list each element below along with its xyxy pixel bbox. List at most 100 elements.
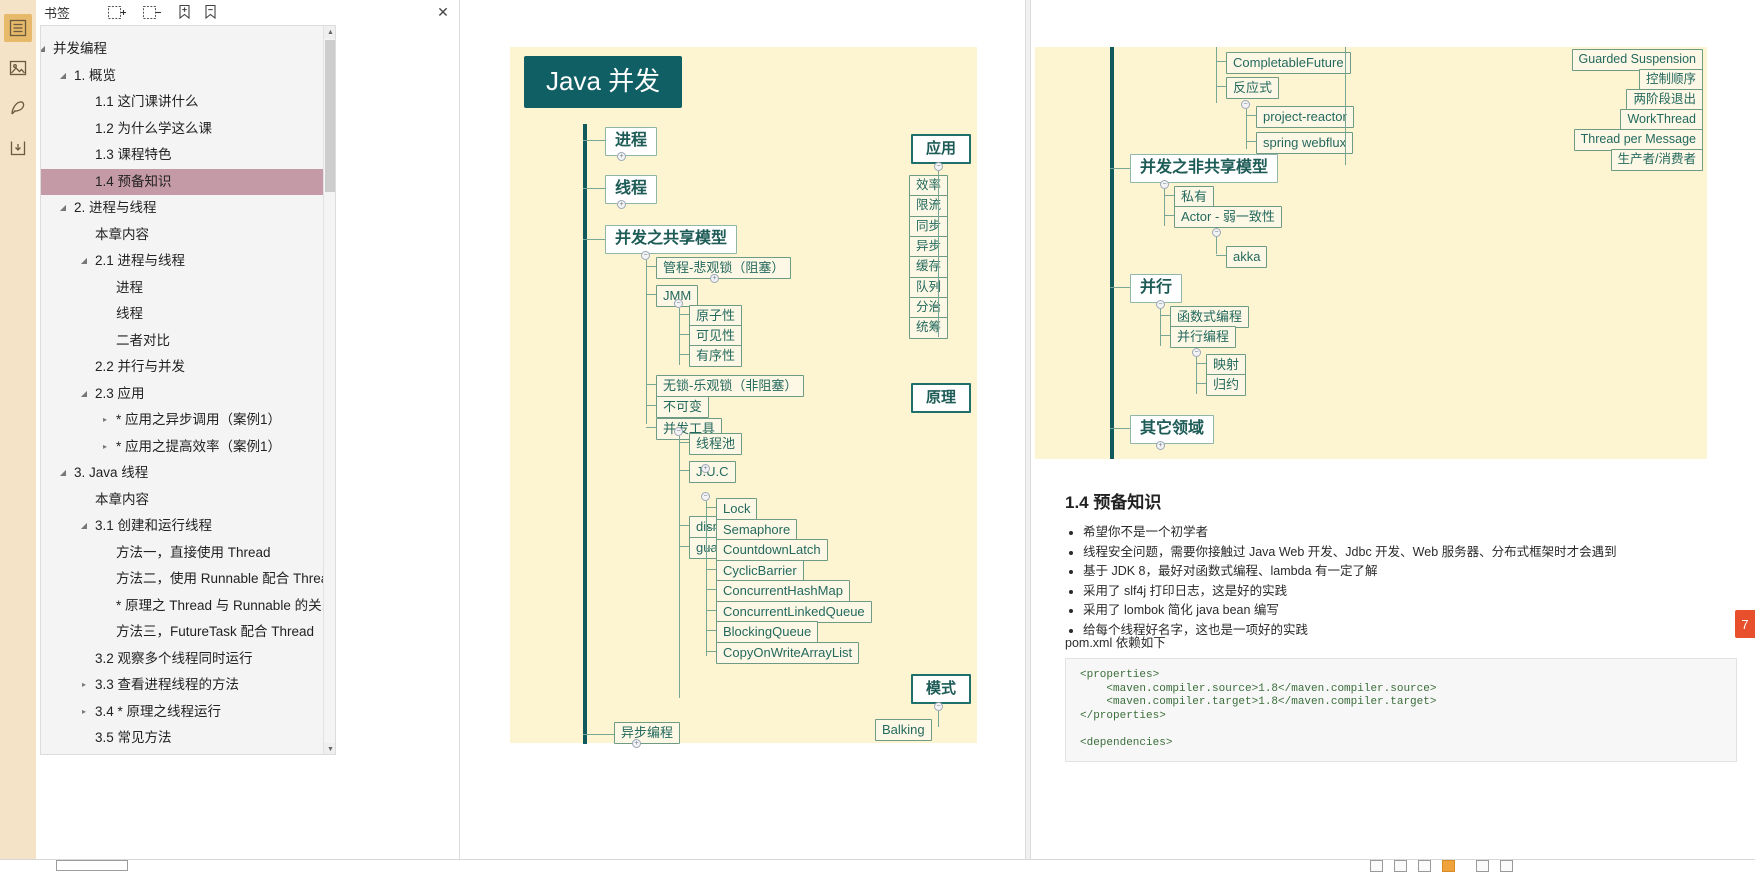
mindmap-node-shared-model[interactable]: 并发之共享模型 (605, 225, 738, 254)
mindmap-node[interactable]: 两阶段退出 (1626, 89, 1703, 111)
bookmark-item[interactable]: 进程 (41, 275, 335, 302)
chevron-down-icon[interactable]: ◢ (56, 63, 70, 90)
mindmap-node-process[interactable]: 进程 (605, 127, 658, 156)
mindmap-node[interactable]: 效率 (909, 175, 949, 197)
bookmark-item[interactable]: ▸ * 应用之异步调用（案例1） (41, 407, 335, 434)
chevron-right-icon[interactable]: ▸ (77, 699, 91, 726)
mindmap-node[interactable]: CountdownLatch (716, 539, 828, 561)
mindmap-node[interactable]: CyclicBarrier (716, 559, 804, 582)
mindmap-node[interactable]: 可见性 (689, 325, 743, 347)
collapse-toggle[interactable]: − (1160, 180, 1169, 189)
scroll-up-icon[interactable]: ▲ (324, 26, 335, 39)
bookmark-item[interactable]: ◢ 并发编程 (41, 36, 335, 63)
mindmap-node[interactable]: 生产者/消费者 (1610, 149, 1703, 171)
bookmark-item[interactable]: 3.2 观察多个线程同时运行 (41, 646, 335, 673)
collapse-all-minus-icon[interactable] (148, 3, 168, 21)
mindmap-node[interactable]: project-reactor (1256, 106, 1354, 128)
mindmap-node[interactable]: 管程-悲观锁（阻塞） (656, 257, 792, 279)
expand-toggle[interactable]: + (617, 152, 626, 161)
expand-toggle[interactable]: + (1156, 441, 1165, 450)
chevron-right-icon[interactable]: ▸ (77, 672, 91, 699)
mindmap-node[interactable]: 统筹 (909, 317, 949, 339)
bottom-tool-2-icon[interactable] (1394, 860, 1407, 872)
chevron-down-icon[interactable]: ◢ (77, 381, 91, 408)
bookmark-item[interactable]: ◢ 2. 进程与线程 (41, 195, 335, 222)
expand-all-plus-icon[interactable] (113, 3, 133, 21)
mindmap-node[interactable]: Lock (716, 498, 758, 520)
bottom-tool-1-icon[interactable] (1370, 860, 1383, 872)
bookmark-item[interactable]: ▸ 3.3 查看进程线程的方法 (41, 672, 335, 699)
bookmark-item[interactable]: ▸ 3.4 * 原理之线程运行 (41, 699, 335, 726)
bookmark-item[interactable]: 二者对比 (41, 328, 335, 355)
mindmap-node[interactable]: Guarded Suspension (1571, 49, 1703, 71)
mindmap-node[interactable]: 缓存 (909, 256, 949, 278)
chevron-down-icon[interactable]: ◢ (56, 195, 70, 222)
bookmark-item[interactable]: 方法二，使用 Runnable 配合 Thread (41, 566, 335, 593)
mindmap-node[interactable]: spring webflux (1256, 132, 1354, 154)
expand-toggle[interactable]: + (710, 274, 719, 283)
expand-toggle[interactable]: + (632, 739, 641, 748)
mindmap-node-other[interactable]: 其它领域 (1130, 415, 1215, 444)
mindmap-node[interactable]: 异步 (909, 235, 949, 258)
collapse-toggle[interactable]: − (1212, 228, 1221, 237)
mindmap-node[interactable]: CopyOnWriteArrayList (716, 641, 860, 664)
mindmap-node-nonshared-model[interactable]: 并发之非共享模型 (1130, 154, 1279, 183)
collapse-toggle[interactable]: − (934, 702, 943, 711)
mindmap-node[interactable]: 函数式编程 (1170, 306, 1250, 328)
mindmap-node[interactable]: 有序性 (689, 345, 743, 367)
mindmap-node[interactable]: Semaphore (716, 518, 798, 541)
chevron-right-icon[interactable]: ▸ (98, 407, 112, 434)
collapse-toggle[interactable]: − (641, 251, 650, 260)
mindmap-node-parallel[interactable]: 并行 (1130, 274, 1183, 303)
mindmap-node[interactable]: 归约 (1206, 374, 1247, 396)
bookmark-item[interactable]: * 原理之 Thread 与 Runnable 的关系 (41, 593, 335, 620)
close-icon[interactable]: ✕ (433, 3, 453, 21)
bookmark-item[interactable]: 3.5 常见方法 (41, 725, 335, 752)
mindmap-node[interactable]: 线程池 (689, 433, 743, 455)
mindmap-node[interactable]: 同步 (909, 215, 949, 238)
export-icon[interactable] (4, 134, 32, 162)
bottom-tool-6-icon[interactable] (1500, 860, 1513, 872)
chevron-down-icon[interactable]: ◢ (77, 513, 91, 540)
scroll-down-icon[interactable]: ▼ (324, 743, 335, 754)
mindmap-node[interactable]: 不可变 (656, 396, 710, 418)
mindmap-node[interactable]: CompletableFuture (1226, 52, 1351, 74)
mindmap-node-principle[interactable]: 原理 (911, 383, 972, 413)
bookmark-item[interactable]: ◢ 2.1 进程与线程 (41, 248, 335, 275)
bookmark-item[interactable]: 1.3 课程特色 (41, 142, 335, 169)
bookmark-item[interactable]: ◢ 3. Java 线程 (41, 460, 335, 487)
mindmap-node[interactable]: 队列 (909, 276, 949, 298)
mindmap-node[interactable]: 映射 (1206, 354, 1247, 376)
bookmark-item[interactable]: 方法三，FutureTask 配合 Thread (41, 619, 335, 646)
collapse-toggle[interactable]: − (701, 492, 710, 501)
scrollbar-thumb[interactable] (325, 40, 335, 192)
bottom-tool-3-icon[interactable] (1418, 860, 1431, 872)
bookmark-item[interactable]: ◢ 2.3 应用 (41, 381, 335, 408)
mindmap-node[interactable]: 并行编程 (1170, 326, 1237, 348)
collapse-toggle[interactable]: − (674, 427, 683, 436)
document-viewport[interactable]: Java 并发 进程 + 线程 + 并发之共享模型 − 管程-悲观锁（阻塞） JM… (460, 0, 1755, 873)
page-number-input[interactable] (56, 860, 128, 871)
mindmap-node[interactable]: 无锁-乐观锁（非阻塞） (656, 375, 805, 397)
mindmap-node[interactable]: 分治 (909, 296, 949, 319)
expand-toggle[interactable]: + (701, 464, 710, 473)
bookmark-item[interactable]: 线程 (41, 301, 335, 328)
mindmap-node[interactable]: BlockingQueue (716, 621, 819, 643)
remove-bookmark-icon[interactable] (200, 3, 220, 21)
bookmark-item[interactable]: 本章内容 (41, 222, 335, 249)
bookmark-item[interactable]: 1.1 这门课讲什么 (41, 89, 335, 116)
mindmap-node[interactable]: ConcurrentLinkedQueue (716, 600, 872, 623)
pen-icon[interactable] (4, 94, 32, 122)
mindmap-node-thread[interactable]: 线程 (605, 175, 658, 204)
collapse-toggle[interactable]: − (674, 299, 683, 308)
mindmap-node[interactable]: Actor - 弱一致性 (1174, 206, 1282, 228)
bottom-tool-5-icon[interactable] (1476, 860, 1489, 872)
bookmark-item[interactable]: 1.2 为什么学这么课 (41, 116, 335, 143)
chevron-down-icon[interactable]: ◢ (41, 36, 49, 63)
collapse-toggle[interactable]: − (1156, 300, 1165, 309)
mindmap-node[interactable]: 限流 (909, 195, 949, 217)
bottom-tool-4-icon[interactable] (1442, 860, 1455, 872)
bookmark-scrollbar[interactable]: ▲ ▼ (323, 26, 335, 754)
mindmap-node[interactable]: Thread per Message (1573, 129, 1703, 151)
bookmark-item[interactable]: 2.2 并行与并发 (41, 354, 335, 381)
